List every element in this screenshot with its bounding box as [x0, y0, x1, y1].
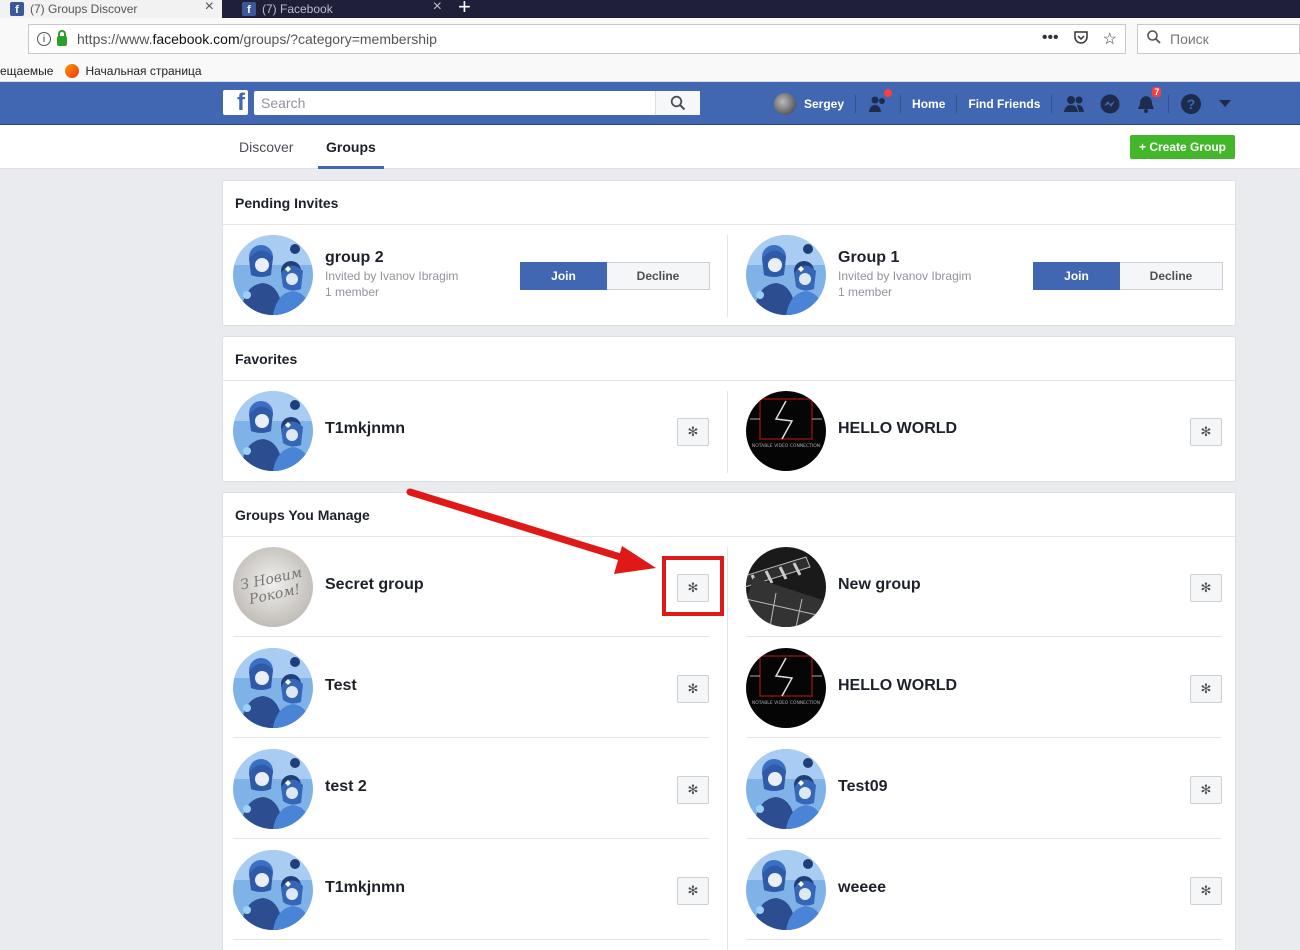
annotation-arrow — [406, 488, 656, 574]
annotation-highlight-box — [662, 556, 724, 616]
